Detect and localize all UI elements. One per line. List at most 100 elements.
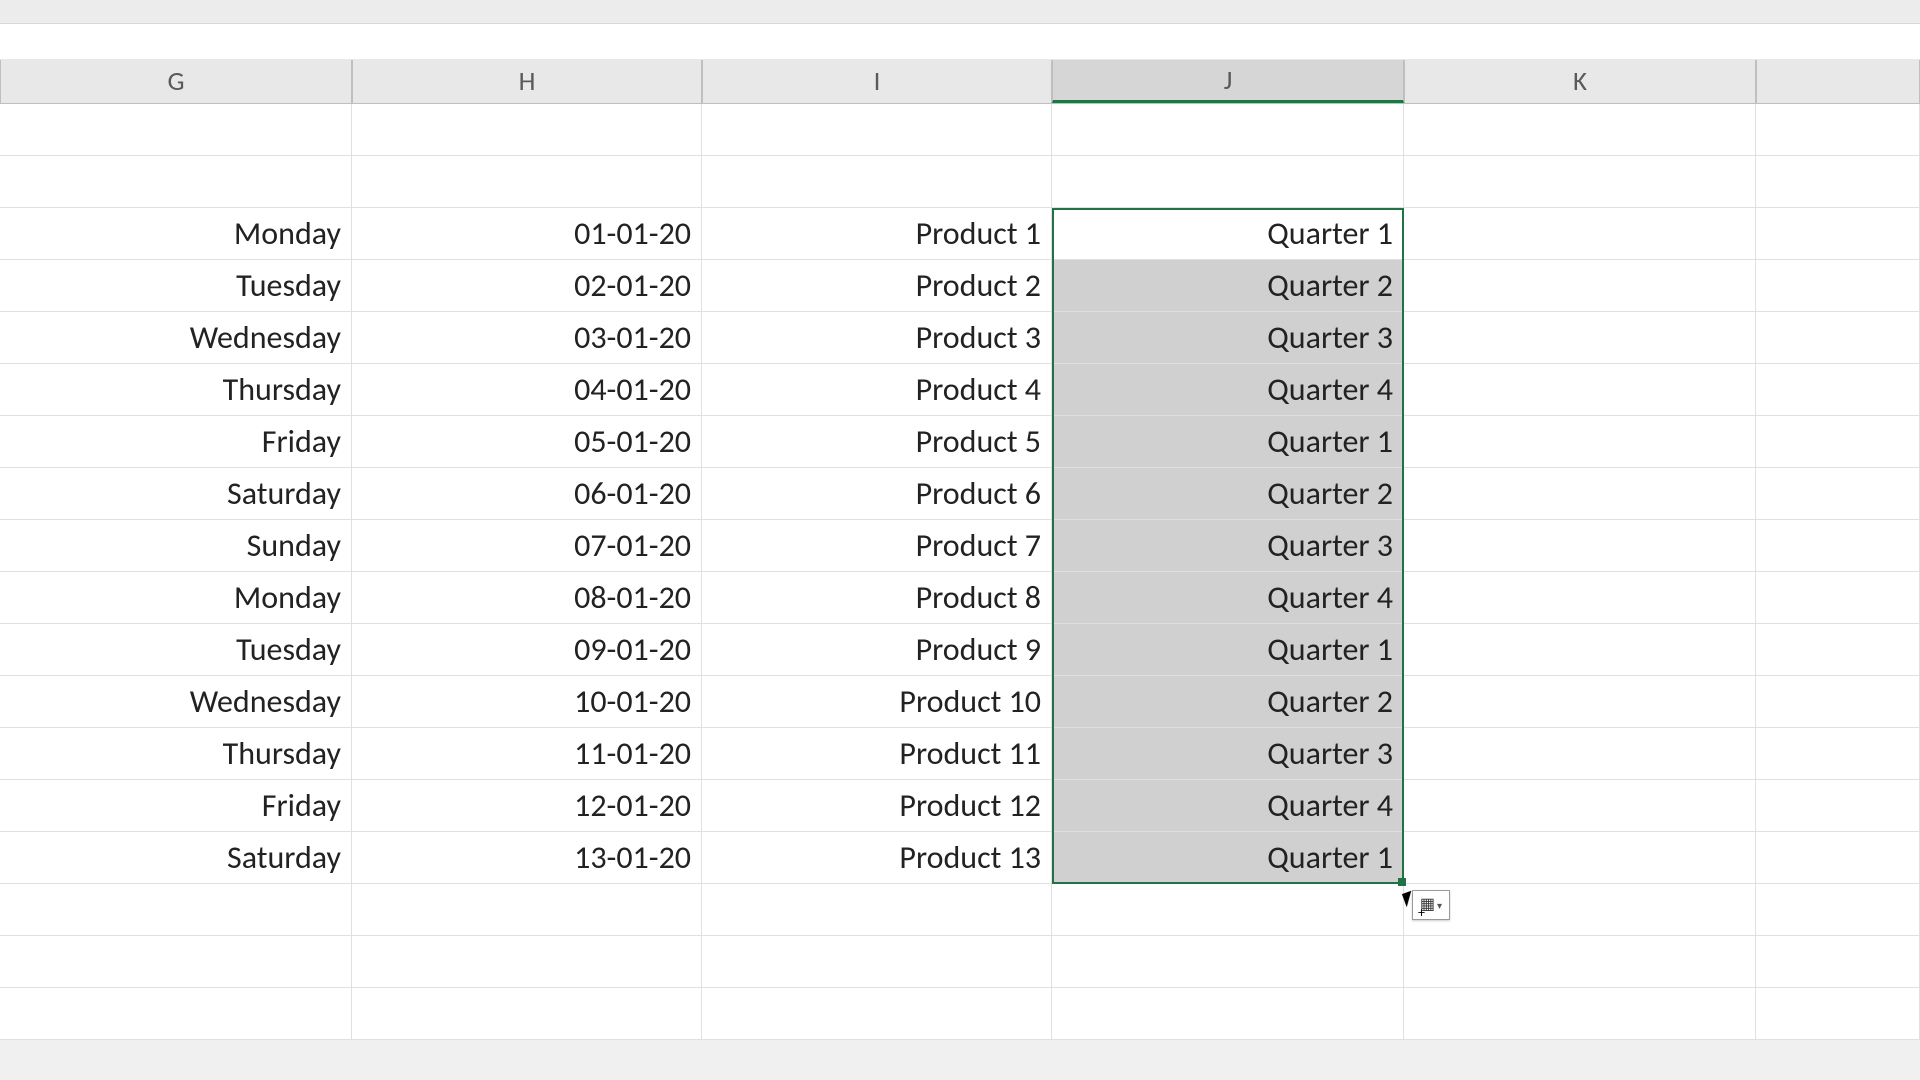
cell[interactable]	[1756, 936, 1920, 988]
cell[interactable]	[1404, 728, 1756, 780]
cell-date[interactable]: 07-01-20	[352, 520, 702, 572]
cell[interactable]	[1404, 364, 1756, 416]
col-header-k[interactable]: K	[1404, 60, 1756, 103]
cell[interactable]	[1756, 780, 1920, 832]
cell-quarter[interactable]: Quarter 1	[1052, 624, 1404, 676]
cell[interactable]	[1404, 260, 1756, 312]
cell-product[interactable]: Product 4	[702, 364, 1052, 416]
cell-day[interactable]: Thursday	[0, 364, 352, 416]
cell[interactable]	[1052, 156, 1404, 208]
cell[interactable]	[702, 104, 1052, 156]
cell[interactable]	[1756, 728, 1920, 780]
col-header-h[interactable]: H	[352, 60, 702, 103]
cell-product[interactable]: Product 11	[702, 728, 1052, 780]
cell[interactable]	[1404, 208, 1756, 260]
cell-product[interactable]: Product 1	[702, 208, 1052, 260]
cell[interactable]	[1052, 936, 1404, 988]
cell[interactable]	[1404, 520, 1756, 572]
cell-quarter[interactable]: Quarter 4	[1052, 780, 1404, 832]
cell[interactable]	[1756, 364, 1920, 416]
cell[interactable]	[1052, 884, 1404, 936]
cell-date[interactable]: 13-01-20	[352, 832, 702, 884]
cell-quarter[interactable]: Quarter 3	[1052, 520, 1404, 572]
cell-quarter[interactable]: Quarter 2	[1052, 260, 1404, 312]
cell[interactable]	[1404, 104, 1756, 156]
cell-day[interactable]: Wednesday	[0, 312, 352, 364]
cell-product[interactable]: Product 2	[702, 260, 1052, 312]
cell[interactable]	[1404, 468, 1756, 520]
cell-product[interactable]: Product 9	[702, 624, 1052, 676]
col-header-i[interactable]: I	[702, 60, 1052, 103]
cell-day[interactable]: Tuesday	[0, 624, 352, 676]
cell-quarter[interactable]: Quarter 1	[1052, 416, 1404, 468]
cell[interactable]	[1756, 624, 1920, 676]
cell-date[interactable]: 04-01-20	[352, 364, 702, 416]
cell[interactable]	[1756, 988, 1920, 1040]
cell-quarter[interactable]: Quarter 2	[1052, 468, 1404, 520]
cell-date[interactable]: 10-01-20	[352, 676, 702, 728]
cell-product[interactable]: Product 12	[702, 780, 1052, 832]
cell-quarter[interactable]: Quarter 3	[1052, 728, 1404, 780]
cell[interactable]	[352, 936, 702, 988]
cell[interactable]	[1756, 260, 1920, 312]
cell[interactable]	[352, 884, 702, 936]
cell[interactable]	[1756, 832, 1920, 884]
cell-day[interactable]: Saturday	[0, 468, 352, 520]
cell[interactable]	[1756, 208, 1920, 260]
cell-date[interactable]: 08-01-20	[352, 572, 702, 624]
cell[interactable]	[1404, 936, 1756, 988]
cell[interactable]	[1404, 884, 1756, 936]
cell-day[interactable]: Friday	[0, 780, 352, 832]
cell-product[interactable]: Product 5	[702, 416, 1052, 468]
cell[interactable]	[1404, 676, 1756, 728]
cell[interactable]	[1756, 104, 1920, 156]
cell[interactable]	[702, 156, 1052, 208]
cell[interactable]	[702, 936, 1052, 988]
cell[interactable]	[1404, 832, 1756, 884]
cell-quarter[interactable]: Quarter 3	[1052, 312, 1404, 364]
cell[interactable]	[1756, 884, 1920, 936]
cell[interactable]	[0, 936, 352, 988]
cell[interactable]	[702, 884, 1052, 936]
cell-date[interactable]: 05-01-20	[352, 416, 702, 468]
cell[interactable]	[1404, 988, 1756, 1040]
cell-date[interactable]: 11-01-20	[352, 728, 702, 780]
cell[interactable]	[1756, 416, 1920, 468]
cell-product[interactable]: Product 6	[702, 468, 1052, 520]
cell-quarter[interactable]: Quarter 1	[1052, 832, 1404, 884]
cell-product[interactable]: Product 7	[702, 520, 1052, 572]
cell-day[interactable]: Monday	[0, 572, 352, 624]
cell[interactable]	[1404, 624, 1756, 676]
grid-body[interactable]: Monday 01-01-20 Product 1 Quarter 1 Tues…	[0, 104, 1920, 1040]
col-header-rest[interactable]	[1756, 60, 1920, 103]
cell-date[interactable]: 09-01-20	[352, 624, 702, 676]
cell-date[interactable]: 03-01-20	[352, 312, 702, 364]
cell-product[interactable]: Product 3	[702, 312, 1052, 364]
cell[interactable]	[1404, 156, 1756, 208]
cell-day[interactable]: Wednesday	[0, 676, 352, 728]
cell[interactable]	[1756, 572, 1920, 624]
cell[interactable]	[0, 884, 352, 936]
cell[interactable]	[1756, 520, 1920, 572]
cell[interactable]	[1404, 312, 1756, 364]
cell[interactable]	[1756, 676, 1920, 728]
cell[interactable]	[0, 104, 352, 156]
cell-product[interactable]: Product 13	[702, 832, 1052, 884]
cell[interactable]	[0, 156, 352, 208]
cell[interactable]	[0, 988, 352, 1040]
cell[interactable]	[352, 988, 702, 1040]
cell[interactable]	[1756, 312, 1920, 364]
cell-day[interactable]: Friday	[0, 416, 352, 468]
cell-date[interactable]: 01-01-20	[352, 208, 702, 260]
cell-day[interactable]: Monday	[0, 208, 352, 260]
autofill-options-button[interactable]: ▦ ▾	[1412, 890, 1450, 920]
cell[interactable]	[1404, 572, 1756, 624]
cell[interactable]	[1756, 156, 1920, 208]
cell-quarter[interactable]: Quarter 1	[1052, 208, 1404, 260]
col-header-g[interactable]: G	[0, 60, 352, 103]
cell-product[interactable]: Product 8	[702, 572, 1052, 624]
cell[interactable]	[1756, 468, 1920, 520]
cell-day[interactable]: Saturday	[0, 832, 352, 884]
cell[interactable]	[352, 156, 702, 208]
cell-day[interactable]: Sunday	[0, 520, 352, 572]
